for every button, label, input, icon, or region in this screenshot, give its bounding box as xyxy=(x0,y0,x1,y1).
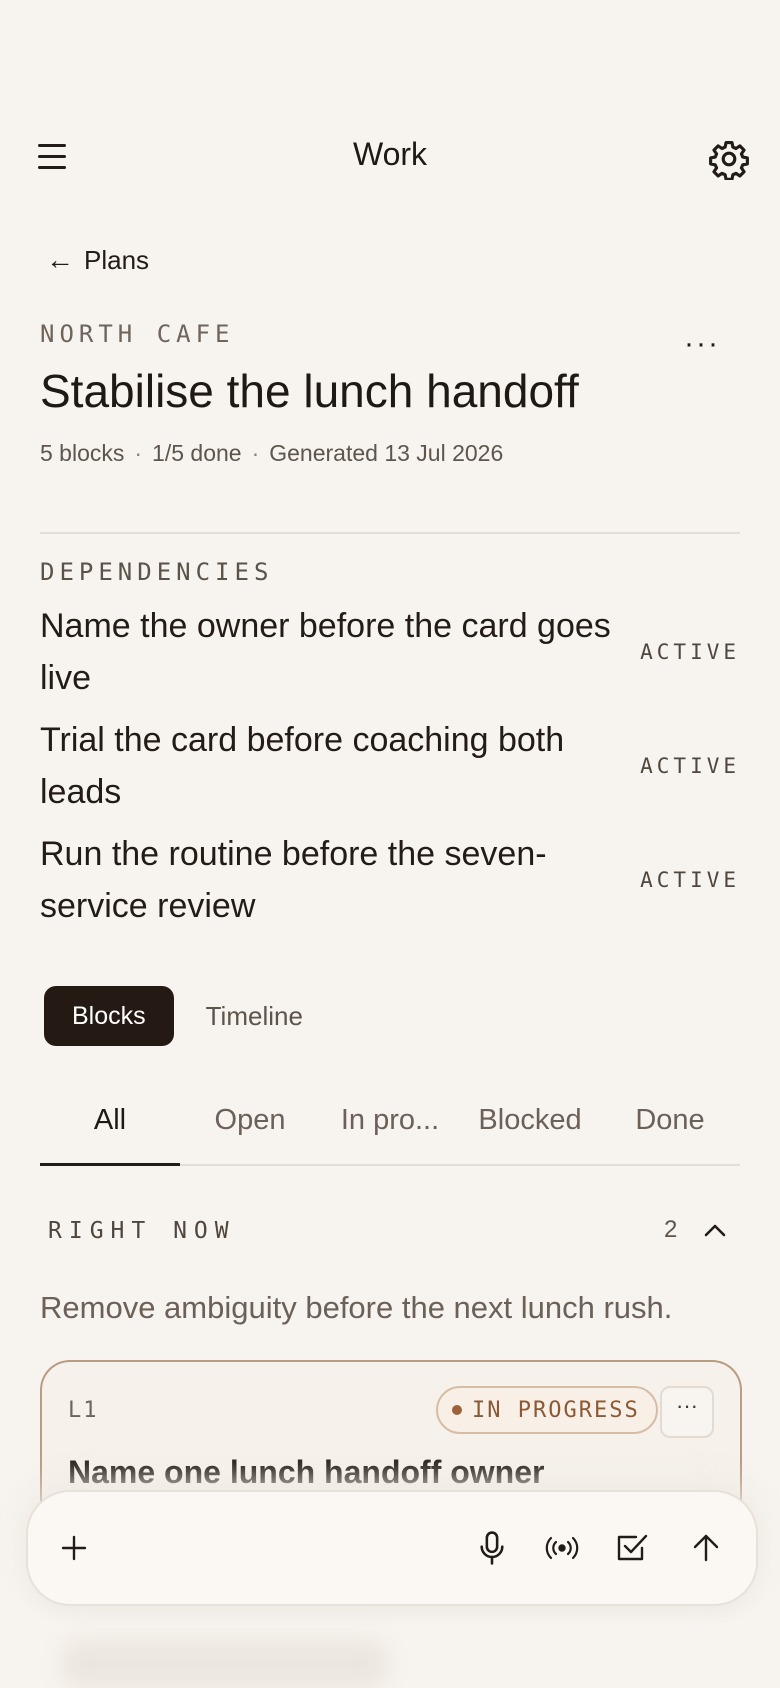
send-button[interactable] xyxy=(678,1520,734,1576)
dependencies-heading: DEPENDENCIES xyxy=(40,558,274,586)
status-dot-icon xyxy=(452,1405,462,1415)
dependency-text: Run the routine before the seven-service… xyxy=(40,835,547,925)
plus-icon xyxy=(61,1535,87,1561)
plan-title: Stabilise the lunch handoff xyxy=(40,365,579,417)
voice-input-button[interactable] xyxy=(464,1520,520,1576)
section-count: 2 xyxy=(664,1216,678,1243)
status-badge[interactable]: IN PROGRESS xyxy=(436,1386,658,1434)
back-arrow-icon: ← xyxy=(46,244,74,275)
status-filter-tabs: All Open In pro... Blocked Done xyxy=(40,1096,740,1166)
microphone-icon xyxy=(480,1531,504,1565)
dependency-status: ACTIVE xyxy=(640,640,740,664)
block-card[interactable]: L1 IN PROGRESS ··· Name one lunch handof… xyxy=(40,1360,742,1502)
send-arrow-icon xyxy=(693,1534,719,1562)
dependency-item[interactable]: Name the owner before the card goes live… xyxy=(40,600,740,704)
block-title: Name one lunch handoff owner xyxy=(68,1454,545,1490)
timeline-view-button[interactable]: Timeline xyxy=(206,1001,303,1032)
plan-meta: 5 blocks · 1/5 done · Generated 13 Jul 2… xyxy=(40,440,503,467)
tab-blocked[interactable]: Blocked xyxy=(460,1096,600,1164)
page-title: Work xyxy=(352,136,428,172)
section-heading: RIGHT NOW xyxy=(48,1218,236,1244)
live-mode-button[interactable] xyxy=(534,1520,590,1576)
home-indicator-area xyxy=(60,1640,390,1688)
dependency-item[interactable]: Run the routine before the seven-service… xyxy=(40,828,740,932)
meta-done: 1/5 done xyxy=(152,440,242,466)
dependency-status: ACTIVE xyxy=(640,754,740,778)
tab-open[interactable]: Open xyxy=(180,1096,320,1164)
divider xyxy=(40,532,740,534)
dependency-status: ACTIVE xyxy=(640,868,740,892)
collapse-section-button[interactable] xyxy=(702,1220,728,1240)
dependency-item[interactable]: Trial the card before coaching both lead… xyxy=(40,714,740,818)
back-to-plans-link[interactable]: ← Plans xyxy=(46,244,149,276)
dependency-text: Name the owner before the card goes live xyxy=(40,607,611,697)
dependency-text: Trial the card before coaching both lead… xyxy=(40,721,565,811)
status-badge-label: IN PROGRESS xyxy=(472,1397,640,1423)
composer-bar xyxy=(26,1490,758,1606)
task-button[interactable] xyxy=(604,1520,660,1576)
tab-in-progress[interactable]: In pro... xyxy=(320,1096,460,1164)
back-label: Plans xyxy=(84,244,150,275)
broadcast-icon xyxy=(545,1536,579,1560)
tab-all[interactable]: All xyxy=(40,1096,180,1166)
view-toggle: Blocks Timeline xyxy=(44,986,303,1046)
card-more-button[interactable]: ··· xyxy=(660,1386,714,1438)
meta-generated: Generated 13 Jul 2026 xyxy=(269,440,504,466)
section-description: Remove ambiguity before the next lunch r… xyxy=(40,1290,673,1325)
plan-eyebrow: NORTH CAFE xyxy=(40,320,235,348)
settings-button[interactable] xyxy=(708,138,750,181)
blocks-view-button[interactable]: Blocks xyxy=(44,986,174,1046)
meta-blocks: 5 blocks xyxy=(40,440,125,466)
checkbox-icon xyxy=(617,1534,648,1561)
settings-gear-icon xyxy=(709,140,749,181)
plan-more-icon[interactable]: ··· xyxy=(684,329,720,359)
meta-separator: · xyxy=(251,440,260,466)
tab-done[interactable]: Done xyxy=(600,1096,740,1164)
chevron-up-icon xyxy=(704,1224,726,1237)
meta-separator: · xyxy=(134,440,143,466)
add-button[interactable] xyxy=(46,1520,102,1576)
block-id: L1 xyxy=(68,1398,99,1423)
